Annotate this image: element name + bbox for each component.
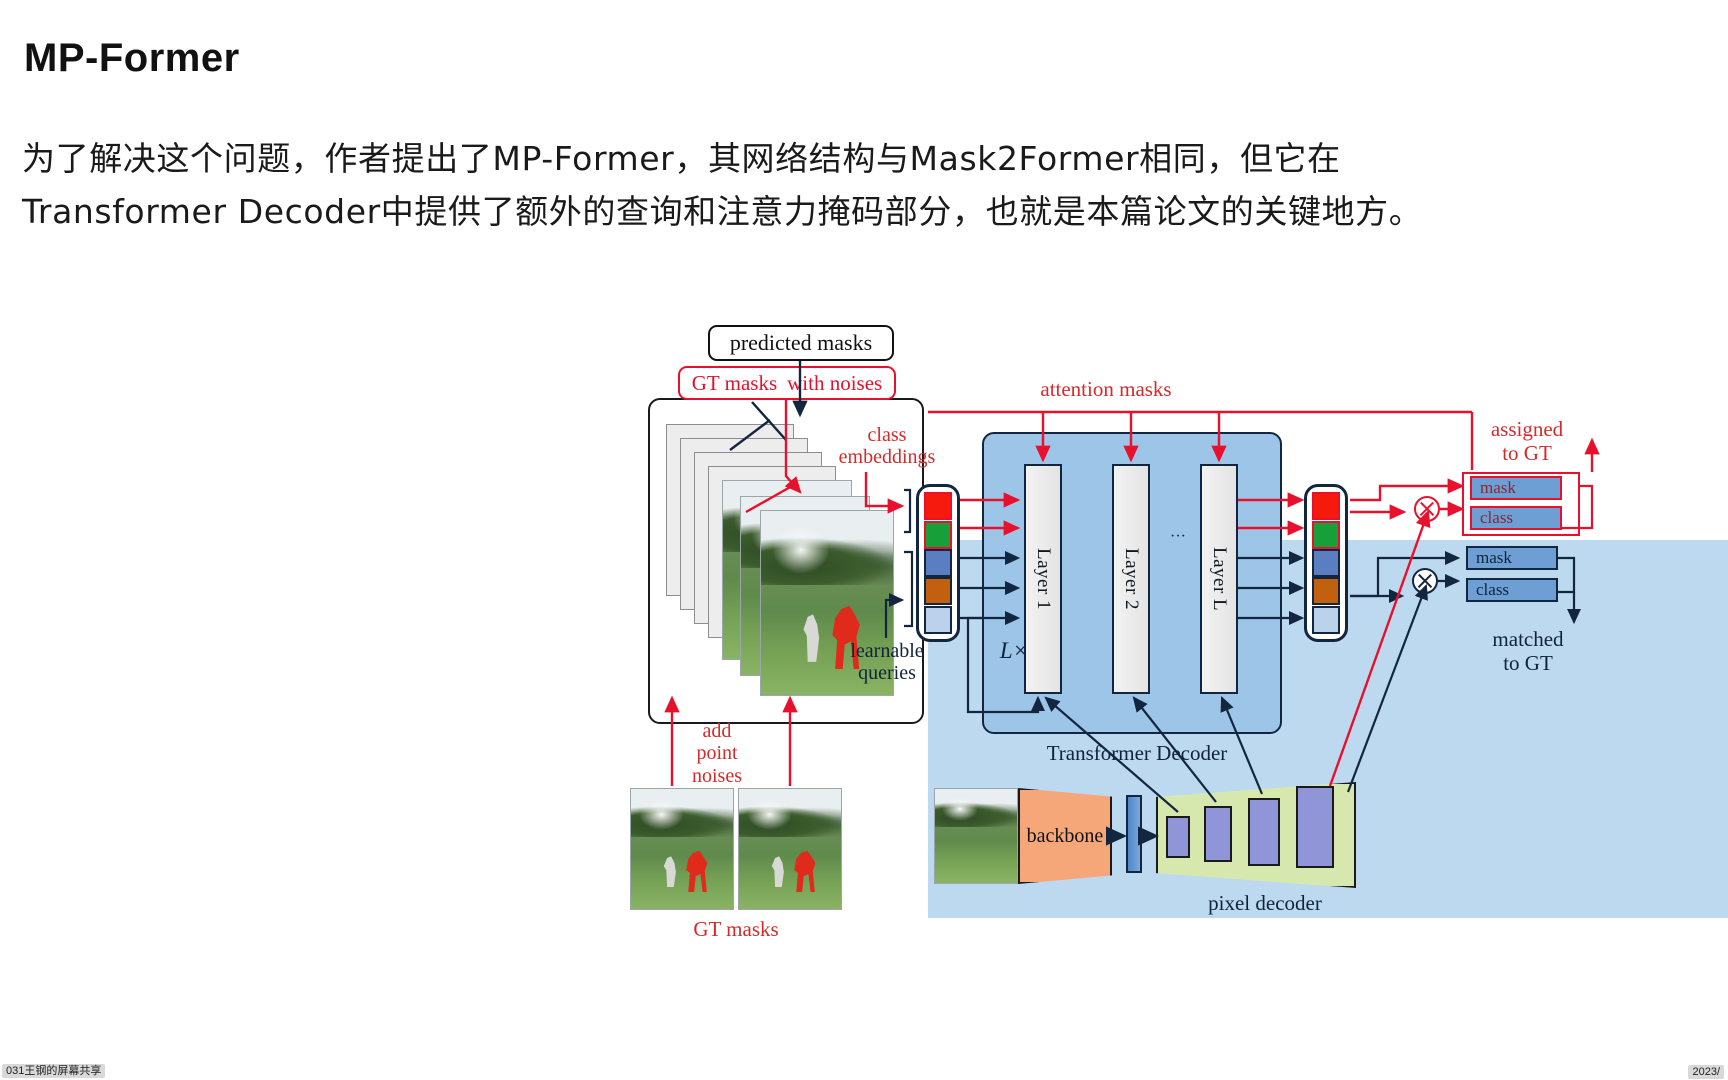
transformer-decoder-title: Transformer Decoder [1046,741,1228,765]
decoder-layer-L-label: Layer L [1209,546,1230,612]
gt-mask-image-1 [630,788,734,910]
output-query-box-noise-1 [1312,492,1340,521]
decoder-layer-2: Layer 2 [1112,464,1150,694]
input-image [934,788,1018,884]
output-query-box-learnable-1 [1312,548,1340,577]
input-query-strip [916,484,960,642]
add-point-noises-label: add point noises [692,720,742,787]
learnable-queries-label: learnable queries [850,640,924,685]
backbone-output-feature [1126,795,1142,873]
timestamp-badge: 2023/ [1688,1065,1724,1079]
class-pill-bottom-label: class [1476,580,1510,599]
pixel-decoder-label: pixel decoder [1208,891,1322,915]
backbone-block: backbone [1018,788,1112,884]
paragraph-line-2: Transformer Decoder中提供了额外的查询和注意力掩码部分，也就是… [22,192,1423,232]
output-query-box-noise-2 [1312,520,1340,549]
query-box-noise-2 [924,520,952,549]
multiply-node-top [1414,496,1440,522]
predicted-masks-label: predicted masks [708,325,894,361]
l-times-label: L× [999,638,1029,663]
decoder-ellipsis: ··· [1170,528,1186,545]
gt-masks-bottom-label: GT masks [693,917,779,941]
pixel-decoder-feature-3 [1248,798,1280,866]
class-pill-bottom: class [1466,578,1558,602]
class-pill-top: class [1470,506,1562,530]
pixel-decoder-feature-1 [1166,816,1190,858]
predicted-masks-text: predicted masks [729,330,873,355]
slide-page: MP-Former 为了解决这个问题，作者提出了MP-Former，其网络结构与… [0,0,1728,1080]
decoder-layer-1-label: Layer 1 [1033,547,1054,611]
architecture-figure: predicted masks GT masks with noises att… [0,300,1728,960]
backbone-label: backbone [1026,824,1104,847]
pixel-decoder-feature-2 [1204,806,1232,862]
gt-mask-image-2 [738,788,842,910]
screen-share-status: 031王钢的屏幕共享 [2,1062,106,1078]
query-box-learnable-2 [924,577,952,606]
with-noises-text: with noises [787,370,883,395]
attention-masks-label: attention masks [1040,377,1172,401]
matched-to-gt-label: matched to GT [1492,627,1564,675]
class-pill-top-label: class [1480,508,1514,527]
decoder-layer-2-label: Layer 2 [1121,547,1142,611]
mask-pill-top-label: mask [1480,478,1516,497]
output-query-strip [1304,484,1348,642]
decoder-layer-L: Layer L [1200,464,1238,694]
query-box-learnable-1 [924,548,952,577]
class-embeddings-label: class embeddings [838,424,936,469]
mask-pill-bottom: mask [1466,546,1558,570]
assigned-to-gt-label: assigned to GT [1490,417,1564,465]
output-query-box-learnable-2 [1312,577,1340,606]
output-query-box-learnable-3 [1312,605,1340,634]
paragraph-line-1: 为了解决这个问题，作者提出了MP-Former，其网络结构与Mask2Forme… [22,139,1341,178]
pixel-decoder-feature-4 [1296,786,1334,868]
query-box-learnable-3 [924,605,952,634]
gt-masks-with-noises-label: GT masks with noises [678,366,896,400]
page-title: MP-Former [24,36,240,80]
body-paragraph: 为了解决这个问题，作者提出了MP-Former，其网络结构与Mask2Forme… [22,132,1708,239]
gt-masks-text: GT masks [691,370,778,395]
mask-pill-top: mask [1470,476,1562,500]
mask-pill-bottom-label: mask [1476,548,1512,567]
timestamp-label: 2023/ [1688,1065,1724,1079]
screen-share-label: 031王钢的屏幕共享 [2,1064,106,1078]
multiply-node-bottom [1412,568,1438,594]
query-box-noise-1 [924,492,952,521]
